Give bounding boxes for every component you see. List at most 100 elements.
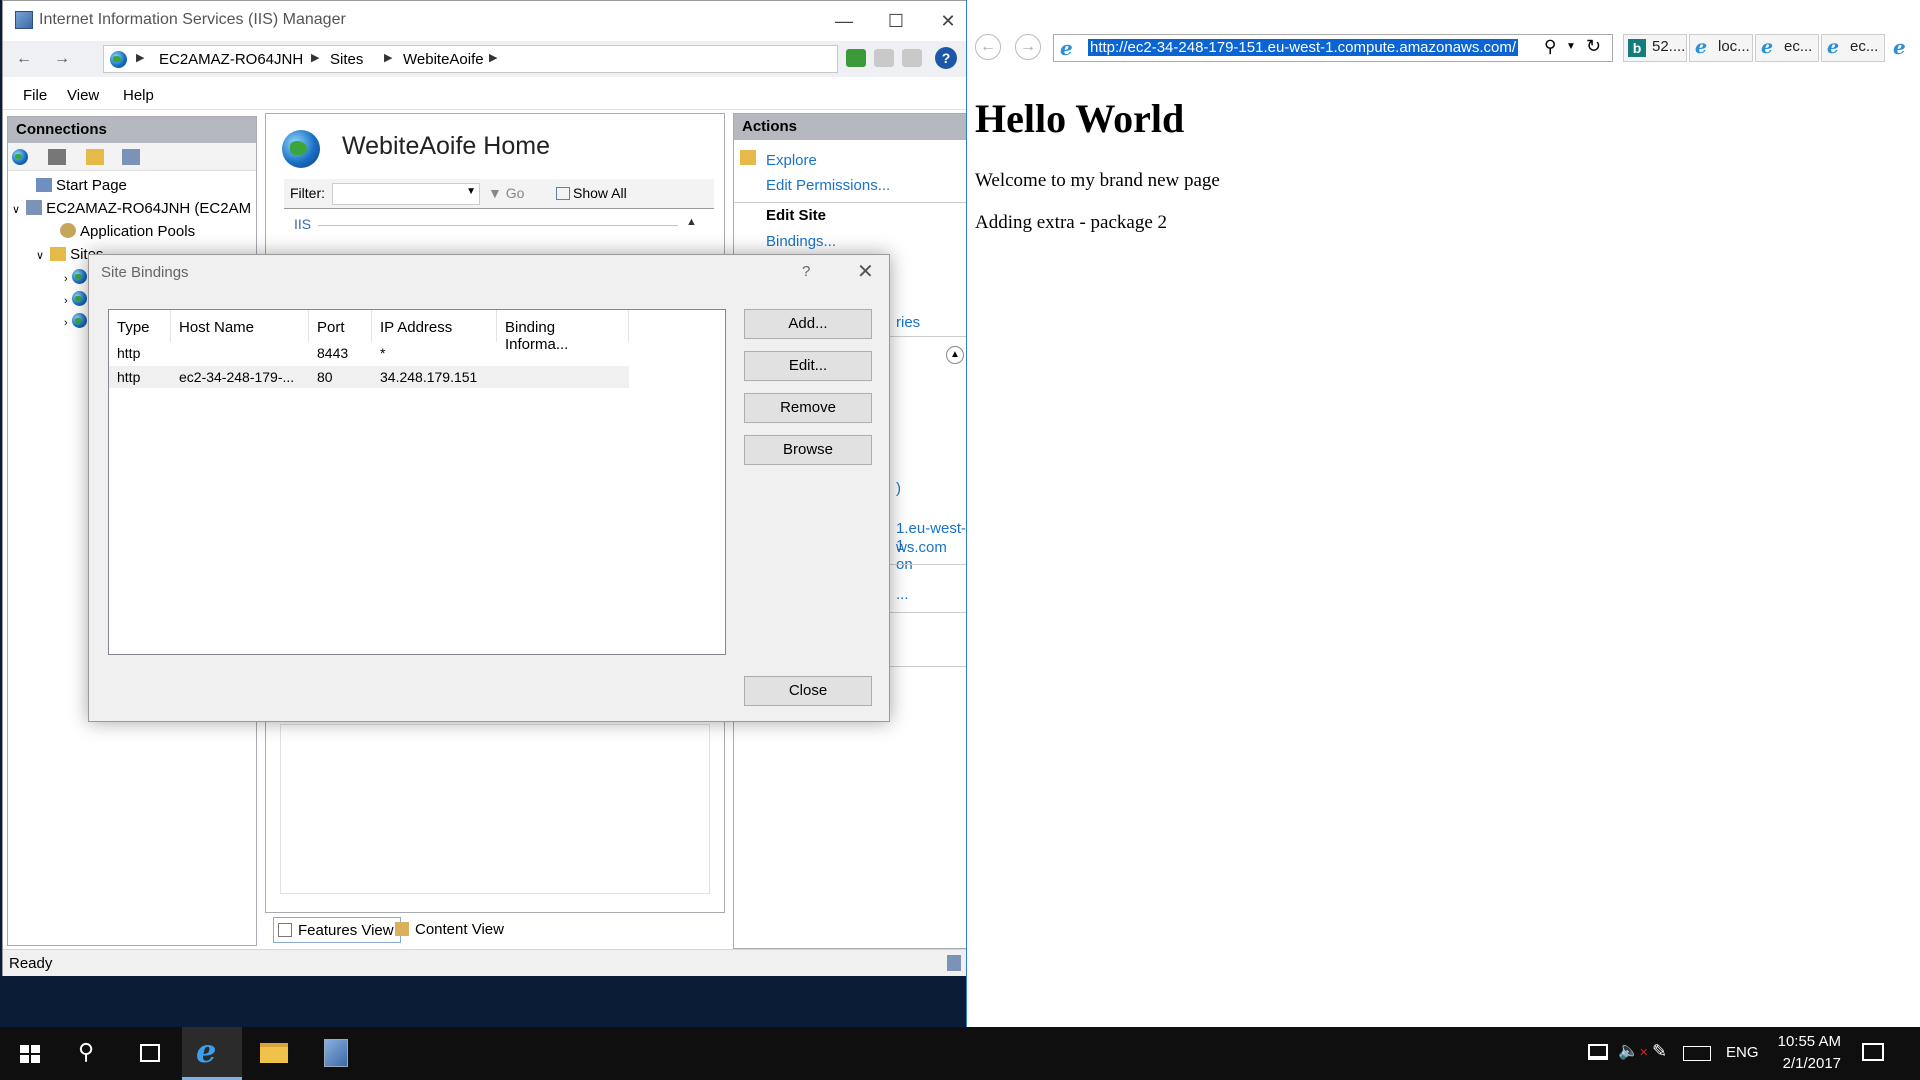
column-header-ip[interactable]: IP Address: [372, 310, 497, 342]
tree-app-pools[interactable]: Application Pools: [60, 223, 195, 240]
start-button[interactable]: [0, 1027, 60, 1080]
clock-time[interactable]: 10:55 AM: [1778, 1033, 1841, 1050]
tree-start-page[interactable]: Start Page: [36, 177, 127, 194]
breadcrumb-sites[interactable]: Sites: [330, 51, 363, 68]
tree-site-2[interactable]: ›: [64, 291, 87, 308]
filter-input[interactable]: ▼: [332, 183, 480, 205]
iis-icon: [324, 1039, 348, 1067]
close-window-button[interactable]: ✕: [925, 7, 971, 35]
menu-help[interactable]: Help: [123, 87, 154, 104]
ie-page-icon: e: [1695, 36, 1708, 58]
chevron-up-icon[interactable]: ▲: [686, 216, 697, 228]
volume-muted-icon[interactable]: 🔈✕: [1618, 1041, 1648, 1061]
menu-view[interactable]: View: [67, 87, 99, 104]
iis-window-title: Internet Information Services (IIS) Mana…: [39, 11, 346, 28]
action-partial-link[interactable]: ): [896, 480, 901, 497]
show-all-button[interactable]: Show All: [556, 185, 627, 201]
edit-binding-button[interactable]: Edit...: [744, 351, 872, 381]
browser-tab-4[interactable]: e ec...: [1821, 34, 1885, 62]
bindings-list[interactable]: Type Host Name Port IP Address Binding I…: [108, 309, 726, 655]
home-icon[interactable]: [902, 49, 922, 67]
forward-button[interactable]: →: [49, 47, 75, 73]
minimize-button[interactable]: —: [821, 7, 867, 35]
tab-content-view[interactable]: Content View: [391, 917, 510, 943]
folder-icon[interactable]: [86, 149, 104, 165]
action-partial-link[interactable]: ws.com on: [896, 539, 967, 573]
refresh-icon[interactable]: [846, 49, 866, 67]
column-header-type[interactable]: Type: [109, 310, 171, 342]
browser-tab-3[interactable]: e ec...: [1755, 34, 1819, 62]
page-paragraph-2: Adding extra - package 2: [975, 212, 1168, 233]
table-row[interactable]: http ec2-34-248-179-... 80 34.248.179.15…: [109, 366, 629, 388]
chevron-down-icon[interactable]: ▼: [1566, 41, 1576, 52]
taskbar-file-explorer[interactable]: [244, 1027, 304, 1080]
actions-header: Actions: [734, 114, 967, 140]
action-edit-permissions[interactable]: Edit Permissions...: [766, 177, 890, 194]
explore-icon: [740, 150, 756, 165]
group-header-iis[interactable]: IIS: [294, 216, 311, 232]
url-field[interactable]: http://ec2-34-248-179-151.eu-west-1.comp…: [1088, 39, 1519, 56]
action-partial-link[interactable]: ...: [896, 586, 909, 603]
stop-icon[interactable]: [874, 49, 894, 67]
remove-binding-button[interactable]: Remove: [744, 393, 872, 423]
task-view-button[interactable]: [120, 1027, 180, 1080]
browser-tab-2[interactable]: e loc...: [1689, 34, 1753, 62]
browser-back-button[interactable]: ←: [975, 34, 1001, 60]
new-tab-ie-icon[interactable]: e: [1893, 37, 1906, 57]
back-button[interactable]: ←: [11, 47, 37, 73]
connect-icon[interactable]: [12, 149, 28, 165]
action-explore[interactable]: Explore: [766, 152, 817, 169]
help-icon[interactable]: ?: [935, 47, 957, 69]
globe-icon: [71, 313, 87, 328]
search-button[interactable]: ⚲: [60, 1027, 120, 1080]
refresh-icon[interactable]: ↻: [1586, 36, 1601, 57]
save-icon[interactable]: [48, 149, 66, 165]
chevron-right-icon: ▶: [489, 52, 498, 64]
globe-icon: [71, 291, 87, 306]
chevron-down-icon: ∨: [36, 250, 45, 262]
network-icon[interactable]: [1588, 1044, 1608, 1060]
go-button[interactable]: ▼ Go: [488, 185, 524, 201]
column-header-host[interactable]: Host Name: [171, 310, 309, 342]
breadcrumb-server[interactable]: EC2AMAZ-RO64JNH: [159, 51, 303, 68]
ie-page-icon: e: [1827, 36, 1840, 58]
search-icon[interactable]: ⚲: [1544, 37, 1556, 57]
dialog-help-button[interactable]: ?: [802, 263, 810, 280]
collapse-icon[interactable]: ▲: [946, 346, 964, 364]
tree-site-1[interactable]: ›: [64, 269, 87, 286]
menu-file[interactable]: File: [23, 87, 47, 104]
column-header-binding-info[interactable]: Binding Informa...: [497, 310, 629, 353]
table-row[interactable]: http 8443 *: [109, 342, 629, 364]
disconnect-icon[interactable]: [122, 149, 140, 165]
notification-icon[interactable]: [1862, 1043, 1884, 1061]
tab-label: loc...: [1718, 38, 1750, 55]
action-partial-link[interactable]: ries: [896, 314, 920, 331]
add-binding-button[interactable]: Add...: [744, 309, 872, 339]
pen-icon[interactable]: ✎: [1652, 1041, 1667, 1062]
browser-tab-1[interactable]: b 52....: [1623, 34, 1687, 62]
breadcrumb[interactable]: ▶ EC2AMAZ-RO64JNH ▶ Sites ▶ WebiteAoife …: [103, 45, 838, 73]
column-header-port[interactable]: Port: [309, 310, 372, 342]
cell-type: http: [117, 369, 141, 385]
cell-type: http: [117, 345, 141, 361]
tree-server[interactable]: ∨ EC2AMAZ-RO64JNH (EC2AM: [12, 200, 251, 217]
connections-header: Connections: [8, 117, 256, 143]
browser-address-bar[interactable]: e http://ec2-34-248-179-151.eu-west-1.co…: [1053, 34, 1613, 62]
browser-forward-button[interactable]: →: [1015, 34, 1041, 60]
tree-label: EC2AMAZ-RO64JNH (EC2AM: [46, 200, 252, 217]
tree-site-3[interactable]: ›: [64, 313, 87, 330]
cell-port: 8443: [317, 345, 349, 361]
keyboard-icon[interactable]: [1683, 1046, 1711, 1061]
tab-features-view[interactable]: Features View: [273, 917, 401, 943]
clock-date[interactable]: 2/1/2017: [1783, 1055, 1841, 1072]
close-dialog-button[interactable]: Close: [744, 676, 872, 706]
language-indicator[interactable]: ENG: [1726, 1044, 1759, 1061]
dialog-close-icon[interactable]: ✕: [857, 259, 874, 284]
taskbar-ie[interactable]: e: [182, 1027, 242, 1080]
action-bindings[interactable]: Bindings...: [766, 233, 836, 250]
browse-binding-button[interactable]: Browse: [744, 435, 872, 465]
breadcrumb-site[interactable]: WebiteAoife: [403, 51, 484, 68]
maximize-button[interactable]: ☐: [873, 7, 919, 35]
chevron-down-icon: ∨: [12, 204, 21, 216]
taskbar-iis-manager[interactable]: [306, 1027, 366, 1080]
